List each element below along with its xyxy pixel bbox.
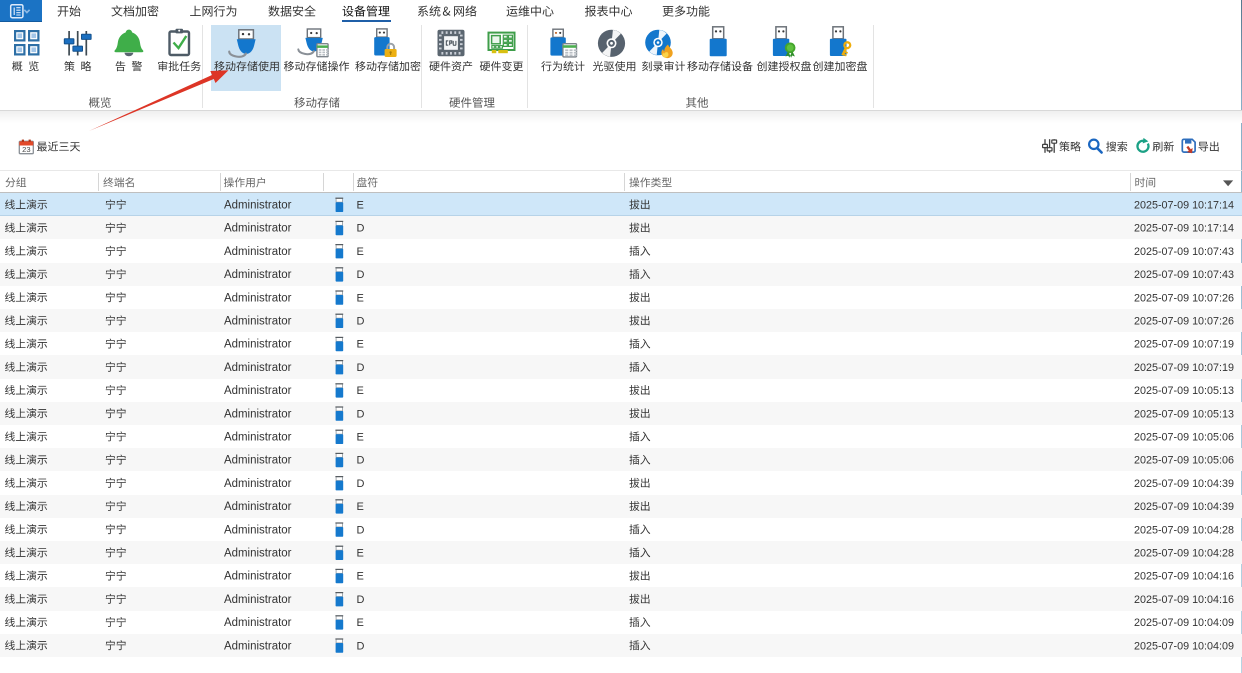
svg-text:E: E xyxy=(357,200,364,212)
svg-text:Administrator: Administrator xyxy=(224,269,292,281)
svg-text:2025-07-09 10:05:13: 2025-07-09 10:05:13 xyxy=(1134,408,1234,420)
svg-text:D: D xyxy=(357,316,365,328)
svg-text:E: E xyxy=(357,339,364,351)
svg-text:2025-07-09 10:04:28: 2025-07-09 10:04:28 xyxy=(1134,524,1234,536)
svg-text:D: D xyxy=(357,362,365,374)
svg-text:Administrator: Administrator xyxy=(224,223,292,235)
svg-text:2025-07-09 10:04:28: 2025-07-09 10:04:28 xyxy=(1134,548,1234,560)
svg-text:D: D xyxy=(357,408,365,420)
svg-text:2025-07-09 10:07:19: 2025-07-09 10:07:19 xyxy=(1134,362,1234,374)
svg-text:E: E xyxy=(357,246,364,258)
svg-text:Administrator: Administrator xyxy=(224,200,292,212)
svg-text:2025-07-09 10:17:14: 2025-07-09 10:17:14 xyxy=(1134,200,1234,212)
svg-text:2025-07-09 10:07:19: 2025-07-09 10:07:19 xyxy=(1134,339,1234,351)
svg-text:Administrator: Administrator xyxy=(224,408,292,420)
svg-text:D: D xyxy=(357,524,365,536)
svg-text:2025-07-09 10:04:16: 2025-07-09 10:04:16 xyxy=(1134,571,1234,583)
svg-text:2025-07-09 10:17:14: 2025-07-09 10:17:14 xyxy=(1134,223,1234,235)
svg-text:Administrator: Administrator xyxy=(224,524,292,536)
svg-text:Administrator: Administrator xyxy=(224,362,292,374)
svg-text:Administrator: Administrator xyxy=(224,594,292,606)
svg-text:Administrator: Administrator xyxy=(224,617,292,629)
svg-text:2025-07-09 10:07:26: 2025-07-09 10:07:26 xyxy=(1134,316,1234,328)
svg-text:D: D xyxy=(357,223,365,235)
svg-text:2025-07-09 10:04:09: 2025-07-09 10:04:09 xyxy=(1134,640,1234,652)
svg-text:Administrator: Administrator xyxy=(224,640,292,652)
svg-text:D: D xyxy=(357,455,365,467)
svg-text:2025-07-09 10:04:39: 2025-07-09 10:04:39 xyxy=(1134,501,1234,513)
svg-text:23: 23 xyxy=(22,145,30,154)
svg-text:D: D xyxy=(357,640,365,652)
svg-text:Administrator: Administrator xyxy=(224,339,292,351)
svg-text:2025-07-09 10:04:39: 2025-07-09 10:04:39 xyxy=(1134,478,1234,490)
svg-text:E: E xyxy=(357,617,364,629)
svg-text:Administrator: Administrator xyxy=(224,246,292,258)
svg-text:2025-07-09 10:07:26: 2025-07-09 10:07:26 xyxy=(1134,292,1234,304)
svg-text:Administrator: Administrator xyxy=(224,501,292,513)
svg-text:Administrator: Administrator xyxy=(224,432,292,444)
svg-text:E: E xyxy=(357,501,364,513)
svg-text:E: E xyxy=(357,432,364,444)
svg-text:2025-07-09 10:07:43: 2025-07-09 10:07:43 xyxy=(1134,246,1234,258)
svg-text:2025-07-09 10:05:06: 2025-07-09 10:05:06 xyxy=(1134,455,1234,467)
svg-text:2025-07-09 10:05:13: 2025-07-09 10:05:13 xyxy=(1134,385,1234,397)
svg-text:2025-07-09 10:07:43: 2025-07-09 10:07:43 xyxy=(1134,269,1234,281)
svg-text:E: E xyxy=(357,548,364,560)
svg-text:E: E xyxy=(357,571,364,583)
svg-text:D: D xyxy=(357,594,365,606)
svg-text:Administrator: Administrator xyxy=(224,292,292,304)
svg-text:Administrator: Administrator xyxy=(224,316,292,328)
svg-text:E: E xyxy=(357,385,364,397)
svg-text:Administrator: Administrator xyxy=(224,571,292,583)
svg-text:D: D xyxy=(357,478,365,490)
svg-text:Administrator: Administrator xyxy=(224,548,292,560)
svg-text:2025-07-09 10:04:16: 2025-07-09 10:04:16 xyxy=(1134,594,1234,606)
svg-text:2025-07-09 10:04:09: 2025-07-09 10:04:09 xyxy=(1134,617,1234,629)
svg-text:D: D xyxy=(357,269,365,281)
svg-text:E: E xyxy=(357,292,364,304)
svg-text:Administrator: Administrator xyxy=(224,455,292,467)
svg-text:2025-07-09 10:05:06: 2025-07-09 10:05:06 xyxy=(1134,432,1234,444)
svg-text:Administrator: Administrator xyxy=(224,478,292,490)
svg-text:Administrator: Administrator xyxy=(224,385,292,397)
